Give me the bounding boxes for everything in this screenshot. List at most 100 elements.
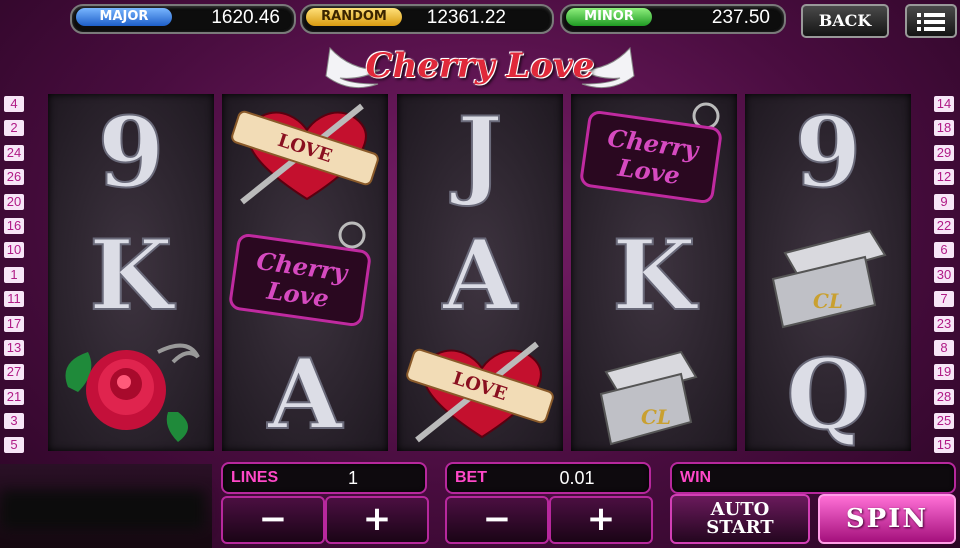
win-display: WIN — [670, 462, 956, 494]
right-line-number[interactable]: 25 — [930, 411, 958, 435]
menu-button[interactable] — [905, 4, 957, 38]
blurred-area — [0, 464, 212, 548]
right-line-numbers: 14 18 29 12 9 22 6 30 7 23 8 19 28 25 15 — [930, 94, 958, 460]
svg-text:A: A — [442, 219, 519, 332]
svg-text:Q: Q — [786, 338, 870, 451]
svg-text:A: A — [267, 338, 344, 451]
minor-label: MINOR — [566, 8, 652, 26]
line-number-label: 21 — [4, 388, 24, 405]
major-jackpot: MAJOR 1620.46 — [70, 4, 296, 34]
symbol-king: K — [48, 213, 214, 332]
line-number-label: 25 — [934, 413, 954, 430]
line-number-label: 23 — [934, 315, 954, 332]
symbol-cherry-love-tag: Cherry Love — [571, 94, 737, 213]
symbol-king: K — [571, 213, 737, 332]
lighter-icon: CL — [599, 350, 698, 446]
symbol-jack: J — [397, 94, 563, 213]
reel-5: 9 CL Q — [745, 94, 911, 451]
left-line-number[interactable]: 11 — [0, 289, 28, 313]
right-line-number[interactable]: 23 — [930, 314, 958, 338]
line-number-label: 24 — [4, 144, 24, 161]
back-button[interactable]: BACK — [801, 4, 889, 38]
random-jackpot: RANDOM 12361.22 — [300, 4, 554, 34]
line-number-label: 20 — [4, 193, 24, 210]
spin-button[interactable]: SPIN — [818, 494, 956, 544]
symbol-heart: LOVE — [222, 94, 388, 213]
lines-label: LINES — [231, 469, 279, 486]
heart-dagger-icon: LOVE — [231, 103, 379, 205]
bet-plus-button[interactable]: + — [549, 496, 653, 544]
right-line-number[interactable]: 12 — [930, 167, 958, 191]
symbol-ace: A — [397, 213, 563, 332]
line-number-label: 4 — [4, 96, 24, 112]
right-line-number[interactable]: 8 — [930, 338, 958, 362]
left-line-number[interactable]: 20 — [0, 192, 28, 216]
left-line-number[interactable]: 3 — [0, 411, 28, 435]
left-line-number[interactable]: 21 — [0, 387, 28, 411]
line-number-label: 22 — [934, 217, 954, 234]
svg-text:9: 9 — [98, 96, 165, 209]
lines-plus-button[interactable]: + — [325, 496, 429, 544]
left-line-number[interactable]: 5 — [0, 435, 28, 459]
symbol-lighter: CL — [745, 213, 911, 332]
line-number-label: 9 — [934, 193, 954, 210]
right-line-number[interactable]: 29 — [930, 143, 958, 167]
right-line-number[interactable]: 6 — [930, 240, 958, 264]
line-number-label: 28 — [934, 388, 954, 405]
reel-2: LOVE Cherry Love A — [222, 94, 388, 451]
line-number-label: 8 — [934, 339, 954, 356]
reel-3: J A LOVE — [397, 94, 563, 451]
logo-text: Cherry Love — [365, 46, 595, 86]
left-line-number[interactable]: 2 — [0, 118, 28, 142]
bet-label: BET — [455, 469, 487, 486]
right-line-number[interactable]: 28 — [930, 387, 958, 411]
left-line-number[interactable]: 26 — [0, 167, 28, 191]
cherry-love-tag-icon: Cherry Love — [580, 102, 722, 204]
bet-minus-button[interactable]: − — [445, 496, 549, 544]
right-line-number[interactable]: 7 — [930, 289, 958, 313]
line-number-label: 19 — [934, 364, 954, 381]
right-line-number[interactable]: 14 — [930, 94, 958, 118]
line-number-label: 16 — [4, 217, 24, 234]
line-number-label: 10 — [4, 242, 24, 259]
left-line-number[interactable]: 27 — [0, 362, 28, 386]
lines-display: LINES 1 — [221, 462, 427, 494]
start-label: START — [706, 517, 774, 538]
lines-minus-button[interactable]: − — [221, 496, 325, 544]
right-line-number[interactable]: 22 — [930, 216, 958, 240]
left-line-number[interactable]: 13 — [0, 338, 28, 362]
right-line-number[interactable]: 18 — [930, 118, 958, 142]
svg-text:J: J — [449, 96, 502, 209]
line-number-label: 30 — [934, 266, 954, 283]
game-logo: Cherry Love — [320, 40, 640, 94]
auto-start-button[interactable]: AUTO START — [670, 494, 810, 544]
left-line-number[interactable]: 17 — [0, 314, 28, 338]
left-line-number[interactable]: 24 — [0, 143, 28, 167]
svg-text:K: K — [612, 219, 699, 332]
svg-text:9: 9 — [795, 96, 862, 209]
bet-value: 0.01 — [559, 468, 595, 488]
symbol-heart: LOVE — [397, 332, 563, 451]
left-line-number[interactable]: 16 — [0, 216, 28, 240]
left-line-number[interactable]: 1 — [0, 265, 28, 289]
major-value: 1620.46 — [211, 7, 280, 28]
bet-display: BET 0.01 — [445, 462, 651, 494]
right-line-number[interactable]: 30 — [930, 265, 958, 289]
svg-text:CL: CL — [641, 405, 671, 429]
heart-dagger-icon: LOVE — [406, 341, 554, 443]
cherry-love-tag-icon: Cherry Love — [229, 221, 371, 327]
symbol-rose — [48, 332, 214, 451]
right-line-number[interactable]: 15 — [930, 435, 958, 459]
right-line-number[interactable]: 9 — [930, 192, 958, 216]
line-number-label: 15 — [934, 437, 954, 454]
left-line-number[interactable]: 10 — [0, 240, 28, 264]
line-number-label: 14 — [934, 96, 954, 112]
symbol-ace: A — [222, 332, 388, 451]
line-number-label: 27 — [4, 364, 24, 381]
line-number-label: 13 — [4, 339, 24, 356]
line-number-label: 11 — [4, 291, 24, 308]
major-label: MAJOR — [76, 8, 172, 26]
right-line-number[interactable]: 19 — [930, 362, 958, 386]
left-line-number[interactable]: 4 — [0, 94, 28, 118]
reel-4: Cherry Love K CL — [571, 94, 737, 451]
